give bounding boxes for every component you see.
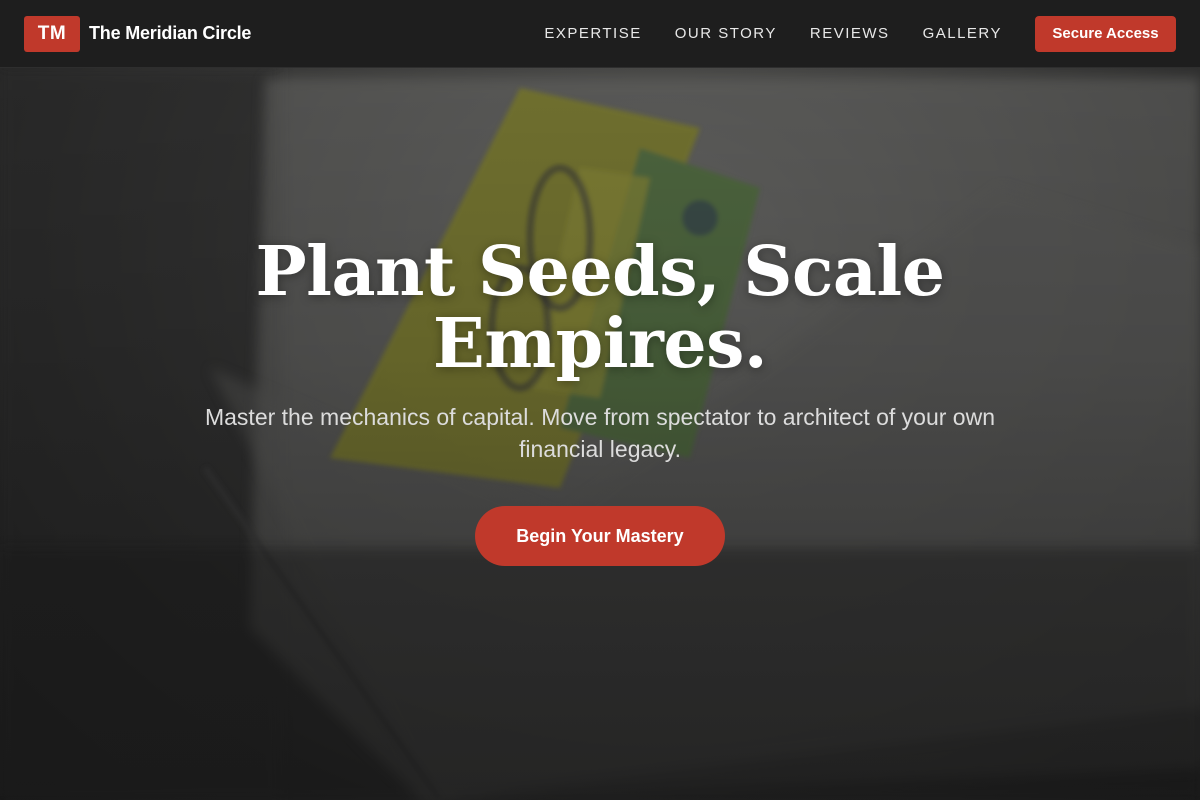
- nav-link-our-story[interactable]: OUR STORY: [675, 25, 777, 42]
- logo-badge[interactable]: TM: [24, 15, 80, 52]
- nav-link-gallery[interactable]: GALLERY: [923, 25, 1002, 42]
- nav-link-reviews[interactable]: REVIEWS: [810, 25, 890, 42]
- site-header: TM The Meridian Circle EXPERTISE OUR STO…: [0, 0, 1200, 68]
- main-nav: EXPERTISE OUR STORY REVIEWS GALLERY Secu…: [544, 15, 1176, 52]
- begin-mastery-button[interactable]: Begin Your Mastery: [475, 506, 725, 566]
- hero-subtitle: Master the mechanics of capital. Move fr…: [204, 404, 995, 462]
- hero-title-line2: Empires.: [432, 304, 768, 384]
- hero-title-line1: Plant Seeds, Scale: [255, 232, 945, 312]
- secure-access-button[interactable]: Secure Access: [1035, 15, 1176, 52]
- hero-title: Plant Seeds, Scale Empires.: [200, 236, 1000, 380]
- brand-name[interactable]: The Meridian Circle: [89, 23, 251, 44]
- hero-content: Plant Seeds, Scale Empires. Master the m…: [0, 68, 1200, 800]
- nav-link-expertise[interactable]: EXPERTISE: [544, 25, 641, 42]
- brand[interactable]: TM The Meridian Circle: [24, 15, 251, 52]
- hero-section: Plant Seeds, Scale Empires. Master the m…: [0, 68, 1200, 800]
